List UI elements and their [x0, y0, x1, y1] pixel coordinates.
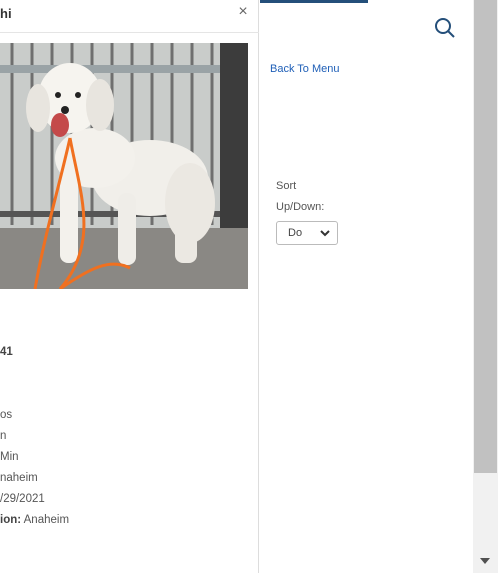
search-icon[interactable] — [433, 16, 457, 40]
pet-field-size: n — [0, 430, 7, 442]
sort-select[interactable]: Down — [276, 221, 338, 245]
close-icon[interactable]: × — [236, 3, 250, 21]
pet-field-weight: os — [0, 409, 13, 421]
scroll-down-arrow-icon[interactable] — [480, 553, 490, 571]
scrollbar-thumb[interactable] — [474, 0, 497, 473]
scrollbar[interactable] — [473, 0, 498, 573]
right-panel: Back To Menu Sort Up/Down: Down — [260, 0, 473, 573]
pet-field-id: 41 — [0, 346, 13, 358]
back-to-menu-link[interactable]: Back To Menu — [270, 63, 340, 75]
pet-photo — [0, 43, 248, 289]
sort-select-value: Down — [288, 227, 302, 239]
modal-header: hi × — [0, 0, 259, 33]
pet-field-location-value: Anaheim — [21, 514, 70, 526]
sort-label: Sort Up/Down: — [276, 176, 346, 218]
sort-label-line1: Sort — [276, 180, 297, 192]
sort-label-line2: Up/Down: — [276, 201, 325, 213]
chevron-down-icon — [319, 228, 331, 241]
pet-field-city: naheim — [0, 472, 38, 484]
active-tab-indicator — [260, 0, 368, 3]
modal-title: hi — [0, 6, 12, 21]
pet-field-date: /29/2021 — [0, 493, 45, 505]
pet-detail-modal: hi × 41 os n Min naheim /29/2021 ion: An… — [0, 0, 259, 573]
pet-field-location: ion: Anaheim — [0, 514, 69, 526]
pet-field-type: Min — [0, 451, 19, 463]
pet-field-location-label: ion: — [0, 514, 22, 526]
